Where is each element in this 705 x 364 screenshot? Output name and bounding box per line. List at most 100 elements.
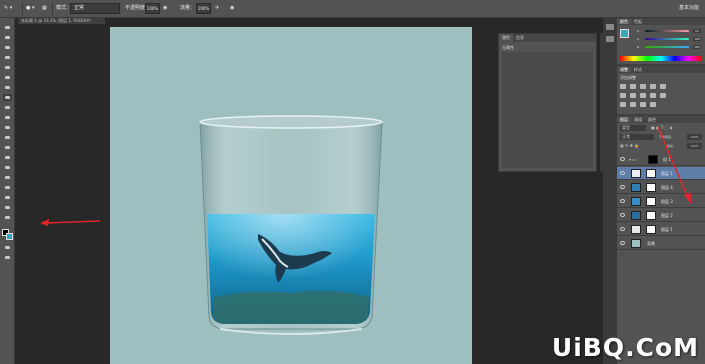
brush-size-picker[interactable]: ● ▾ <box>26 3 34 14</box>
color-spectrum-bar[interactable] <box>620 56 702 61</box>
adjustment-icons-row-2 <box>617 92 705 101</box>
add-adjustment-label: 添加调整 <box>620 75 636 80</box>
workspace-switcher[interactable]: 基本功能 <box>679 3 699 14</box>
annotation-arrow-right <box>657 126 691 204</box>
mode-select[interactable]: 正常 <box>70 3 120 14</box>
layer-kind-filter[interactable]: 类型 <box>620 125 646 131</box>
layer-row[interactable]: 背景 <box>617 237 705 250</box>
layer-mask-thumbnail[interactable] <box>646 225 656 234</box>
color-slider-b-label: B <box>637 45 640 49</box>
color-slider-g-label: G <box>637 37 640 41</box>
annotation-arrow-left <box>40 219 101 226</box>
pressure-size-icon[interactable]: ◉ <box>230 3 234 14</box>
color-slider-b-value[interactable]: 185 <box>693 45 701 49</box>
flow-input[interactable]: 100% <box>196 3 211 14</box>
exposure-icon[interactable] <box>650 84 656 89</box>
properties-panel: 属性 信息 无属性 <box>498 33 597 172</box>
adjustments-panel-tabs: 调整 样式 <box>617 66 705 73</box>
color-balance-icon[interactable] <box>630 93 636 98</box>
move-tool-icon[interactable] <box>3 24 12 31</box>
options-bar: ✎ ▾ ● ▾ ▦ 模式： 正常 不透明度： 100% ◉ 流量： 100% ✈… <box>0 0 705 18</box>
adjustment-icons-row-3 <box>617 101 705 110</box>
tab-channels[interactable]: 通道 <box>631 117 645 122</box>
mode-value: 正常 <box>74 5 85 11</box>
color-slider-r-value[interactable]: 54 <box>693 29 701 33</box>
opacity-input[interactable]: 100% <box>145 3 160 14</box>
pen-tool-icon[interactable] <box>3 164 12 171</box>
tab-swatches[interactable]: 色板 <box>631 19 645 24</box>
eye-icon[interactable] <box>620 171 625 175</box>
eraser-tool-icon[interactable] <box>3 124 12 131</box>
layer-thumbnail <box>631 225 641 234</box>
eye-icon[interactable] <box>620 157 625 161</box>
blend-mode-select[interactable]: 正常 <box>620 134 654 140</box>
actions-panel-icon[interactable] <box>606 36 614 42</box>
layer-row[interactable]: 图层 2 <box>617 209 705 222</box>
zoom-tool-icon[interactable] <box>3 214 12 221</box>
path-selection-tool-icon[interactable] <box>3 184 12 191</box>
color-slider-r-label: R <box>637 29 640 33</box>
levels-icon[interactable] <box>630 84 636 89</box>
airbrush-icon[interactable]: ✈ <box>215 3 219 14</box>
eye-icon[interactable] <box>620 227 625 231</box>
tab-layers[interactable]: 图层 <box>617 117 631 122</box>
lasso-tool-icon[interactable] <box>3 44 12 51</box>
background-color-swatch[interactable] <box>6 233 13 240</box>
document-canvas[interactable] <box>110 27 472 364</box>
pressure-opacity-icon[interactable]: ◉ <box>163 3 167 14</box>
flow-label: 流量： <box>180 5 196 11</box>
marquee-tool-icon[interactable] <box>3 34 12 41</box>
shape-tool-icon[interactable] <box>3 194 12 201</box>
invert-icon[interactable] <box>620 102 626 107</box>
dodge-tool-icon[interactable] <box>3 154 12 161</box>
glass-whale-artwork <box>199 115 383 335</box>
history-panel-icon[interactable] <box>606 24 614 30</box>
tab-properties[interactable]: 属性 <box>499 34 513 42</box>
screen-mode-icon[interactable] <box>3 254 12 261</box>
blur-tool-icon[interactable] <box>3 144 12 151</box>
eye-icon[interactable] <box>620 199 625 203</box>
color-fg-swatch[interactable] <box>620 29 629 38</box>
eye-icon[interactable] <box>620 185 625 189</box>
tab-adjustments[interactable]: 调整 <box>617 67 631 72</box>
posterize-icon[interactable] <box>630 102 636 107</box>
properties-panel-tabs: 属性 信息 <box>499 34 596 42</box>
tab-info[interactable]: 信息 <box>513 34 527 42</box>
brush-panel-icon[interactable]: ▦ <box>42 3 47 14</box>
tab-color[interactable]: 颜色 <box>617 19 631 24</box>
color-slider-g-value[interactable]: 168 <box>693 37 701 41</box>
lock-icons[interactable]: ▦ ✎ ✥ 🔒 <box>620 143 639 149</box>
type-tool-icon[interactable] <box>3 174 12 181</box>
healing-brush-tool-icon[interactable] <box>3 84 12 91</box>
brightness-icon[interactable] <box>620 84 626 89</box>
layer-mask-thumbnail[interactable] <box>646 211 656 220</box>
eye-icon[interactable] <box>620 241 625 245</box>
channel-mixer-icon[interactable] <box>660 93 666 98</box>
curves-icon[interactable] <box>640 84 646 89</box>
quick-mask-icon[interactable] <box>3 244 12 251</box>
vibrance-icon[interactable] <box>660 84 666 89</box>
tab-paths[interactable]: 路径 <box>645 117 659 122</box>
history-brush-tool-icon[interactable] <box>3 114 12 121</box>
clone-stamp-tool-icon[interactable] <box>3 104 12 111</box>
brush-tool-icon[interactable] <box>3 94 12 101</box>
hand-tool-icon[interactable] <box>3 204 12 211</box>
black-white-icon[interactable] <box>640 93 646 98</box>
tab-styles[interactable]: 样式 <box>631 67 645 72</box>
hue-saturation-icon[interactable] <box>620 93 626 98</box>
layer-thumbnail <box>631 211 641 220</box>
folder-icon: ▾ ▭ <box>629 157 637 162</box>
quick-select-tool-icon[interactable] <box>3 54 12 61</box>
eye-icon[interactable] <box>620 213 625 217</box>
mode-label: 模式： <box>56 5 72 11</box>
photo-filter-icon[interactable] <box>650 93 656 98</box>
gradient-tool-icon[interactable] <box>3 134 12 141</box>
layer-row[interactable]: 图层 1 <box>617 223 705 236</box>
crop-tool-icon[interactable] <box>3 64 12 71</box>
gradient-map-icon[interactable] <box>650 102 656 107</box>
brush-tool-preset-icon[interactable]: ✎ ▾ <box>4 3 12 14</box>
document-tab[interactable]: 未标题-1 @ 33.3% (图层 1, RGB/8#) <box>18 18 105 24</box>
eyedropper-tool-icon[interactable] <box>3 74 12 81</box>
threshold-icon[interactable] <box>640 102 646 107</box>
opacity-value: 100% <box>146 6 159 11</box>
